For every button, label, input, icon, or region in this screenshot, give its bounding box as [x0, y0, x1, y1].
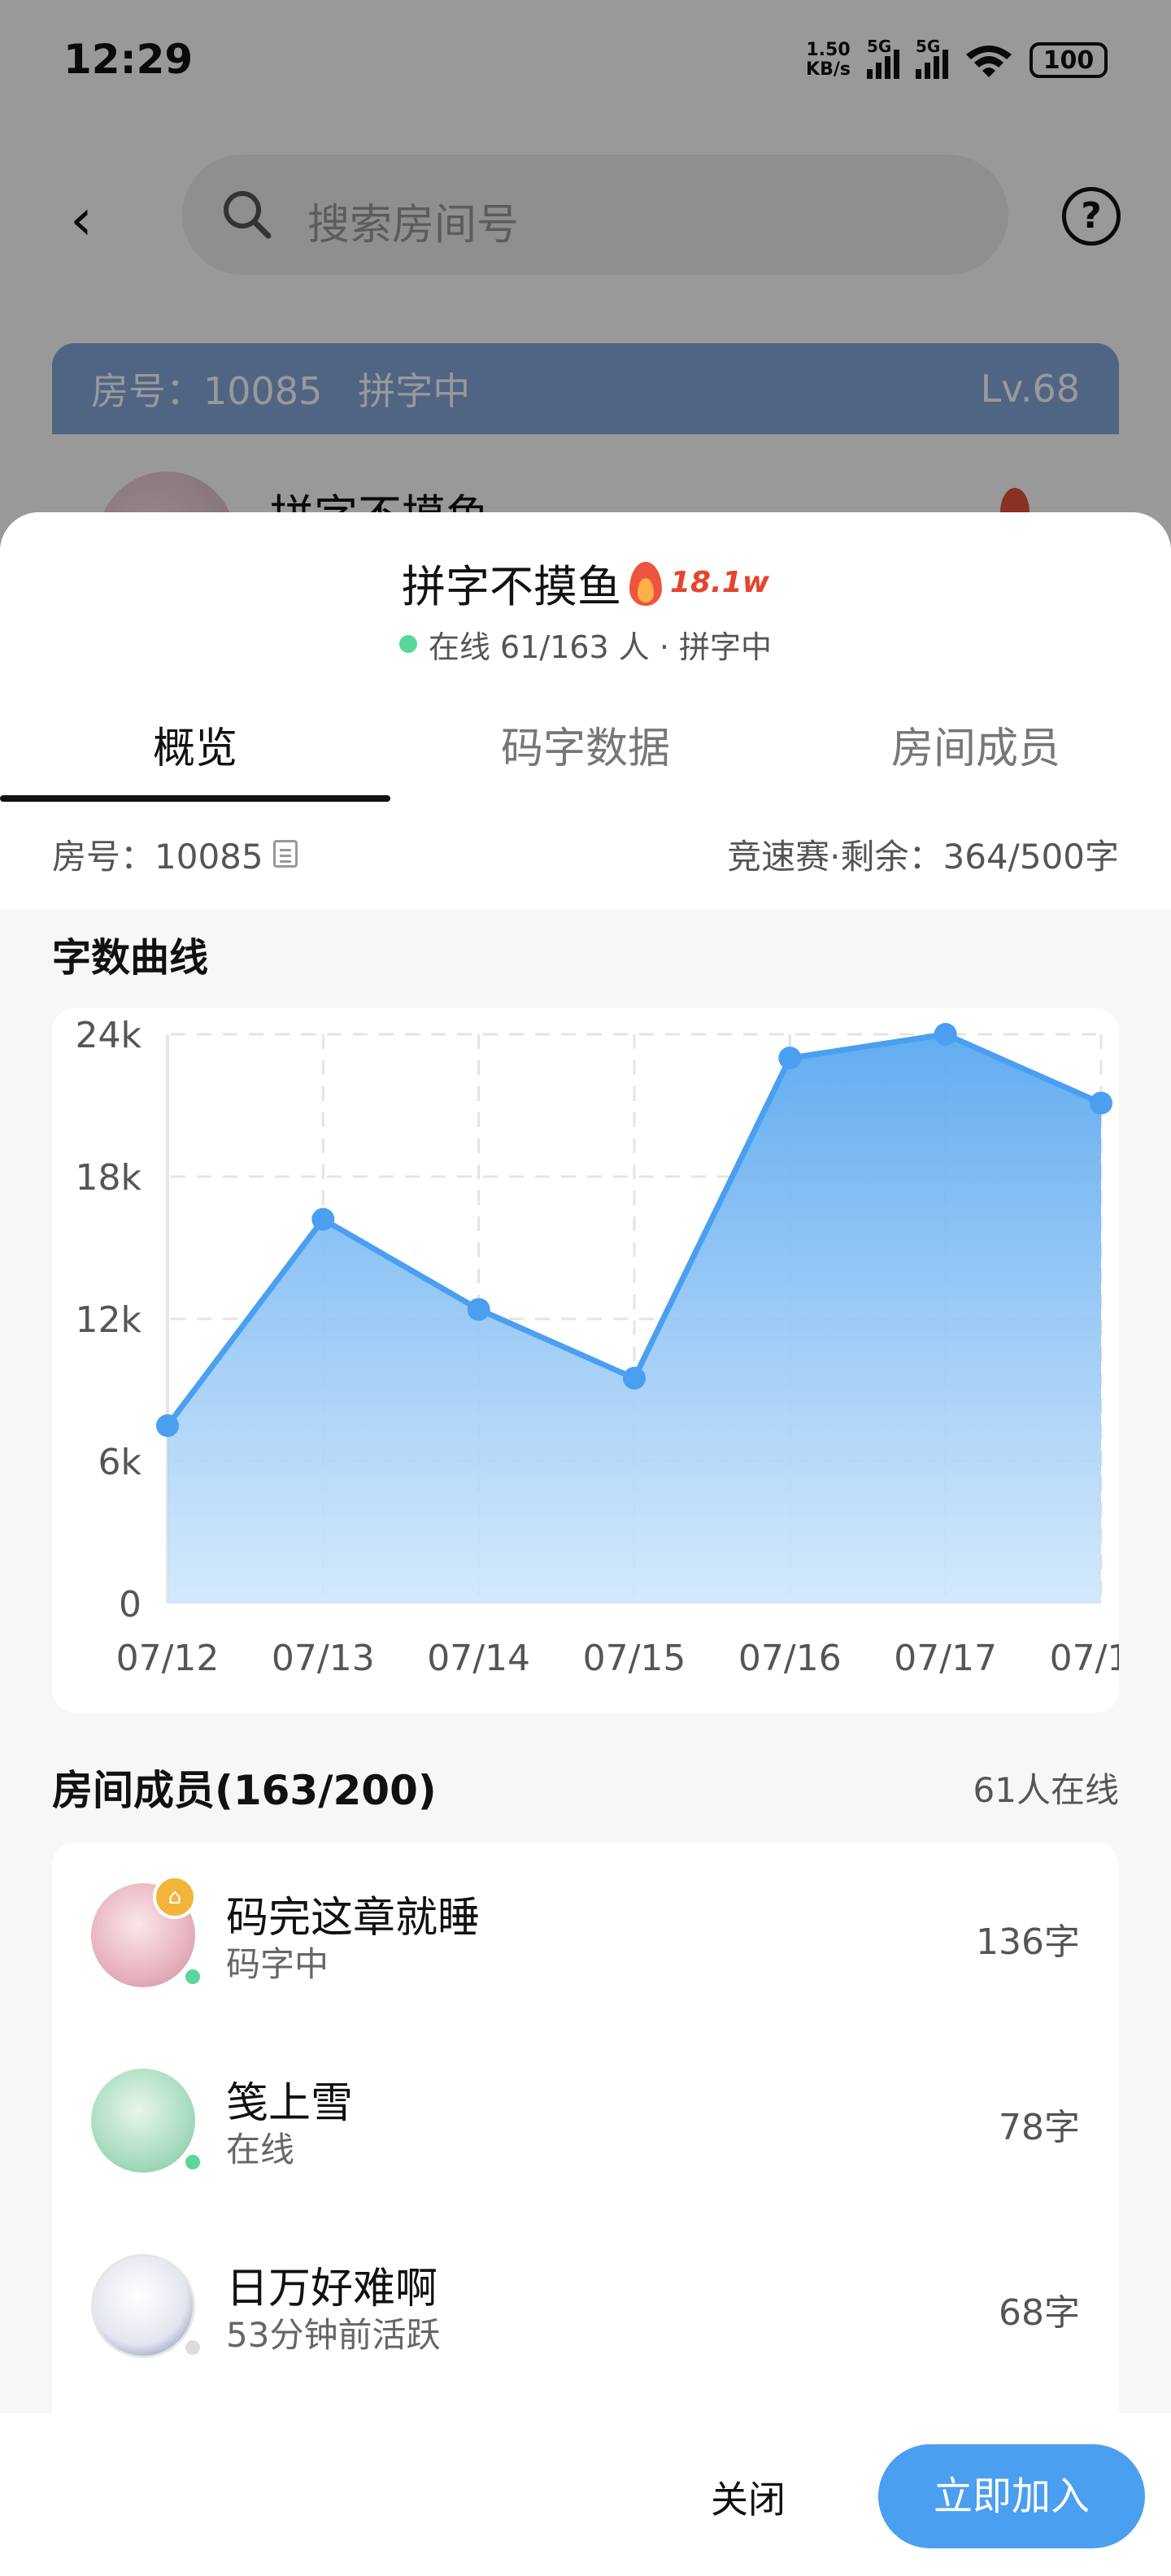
member-name: 笺上雪	[226, 2079, 354, 2128]
data-point	[311, 1208, 335, 1231]
member-word-count: 68字	[999, 2292, 1080, 2334]
member-word-count: 78字	[999, 2107, 1080, 2148]
tab-room-members[interactable]: 房间成员	[781, 704, 1171, 802]
x-tick-label: 07/16	[738, 1638, 842, 1679]
members-header: 房间成员(163/200) 61人在线	[52, 1755, 1119, 1820]
data-point	[778, 1046, 802, 1070]
heat-value: 18.1w	[669, 565, 770, 599]
x-tick-label: 07/17	[894, 1638, 997, 1679]
x-tick-label: 07/15	[583, 1638, 686, 1679]
sheet-subtitle-row: 在线 61/163 人 · 拼字中	[0, 621, 1171, 667]
room-detail-sheet: 拼字不摸鱼 18.1w 在线 61/163 人 · 拼字中 概览 码字数据 房间…	[0, 512, 1171, 2576]
status-dot-icon	[182, 2337, 203, 2358]
member-name: 码完这章就睡	[226, 1894, 481, 1943]
list-item[interactable]: ⌂ 码完这章就睡 码字中 136字	[52, 1843, 1119, 2028]
chart-canvas: 0 6k 12k 18k 24k 07/12 07/13 07/14 07/15 07/16 07/…	[76, 1015, 1119, 1679]
x-tick-label: 07/14	[427, 1638, 530, 1679]
member-state: 在线	[226, 2130, 295, 2169]
y-tick-label: 24k	[76, 1015, 142, 1056]
sheet-title: 拼字不摸鱼	[401, 560, 621, 612]
close-button[interactable]: 关闭	[667, 2459, 829, 2540]
y-tick-label: 12k	[76, 1299, 142, 1341]
y-tick-label: 6k	[98, 1442, 142, 1483]
data-point	[467, 1298, 490, 1321]
tab-typing-data[interactable]: 码字数据	[390, 704, 781, 802]
bottom-action-bar: 关闭 立即加入	[0, 2413, 1171, 2576]
sheet-title-row: 拼字不摸鱼 18.1w	[0, 550, 1171, 615]
x-tick-label: 07/13	[272, 1638, 375, 1679]
member-word-count: 136字	[976, 1921, 1080, 1963]
join-button[interactable]: 立即加入	[878, 2444, 1145, 2548]
race-info: 竞速赛·剩余：364/500字	[727, 836, 1119, 877]
online-dot-icon	[398, 635, 417, 653]
avatar	[91, 2069, 195, 2173]
chart-section-title: 字数曲线	[52, 935, 209, 981]
tab-overview[interactable]: 概览	[0, 704, 390, 802]
owner-badge-icon: ⌂	[153, 1875, 197, 1919]
data-point	[623, 1366, 646, 1390]
flame-icon	[628, 559, 664, 606]
sheet-header: 拼字不摸鱼 18.1w 在线 61/163 人 · 拼字中 概览 码字数据 房间…	[0, 512, 1171, 909]
x-tick-label: 07/18	[1050, 1638, 1119, 1679]
room-number: 房号：10085	[52, 836, 263, 877]
word-count-chart: 0 6k 12k 18k 24k 07/12 07/13 07/14 07/15 07/16 07/…	[52, 1008, 1119, 1712]
data-point	[156, 1414, 179, 1438]
status-dot-icon	[182, 1966, 203, 1987]
status-dot-icon	[182, 2152, 203, 2173]
members-online-count: 61人在线	[973, 1769, 1119, 1810]
y-tick-label: 0	[119, 1584, 141, 1625]
data-point	[934, 1023, 957, 1046]
avatar	[91, 2254, 195, 2358]
x-tick-label: 07/12	[116, 1638, 220, 1679]
y-tick-label: 18k	[76, 1157, 142, 1199]
room-info-row: 房号：10085 竞速赛·剩余：364/500字	[52, 821, 1119, 886]
sheet-subtitle: 在线 61/163 人 · 拼字中	[428, 629, 773, 665]
list-item[interactable]: 笺上雪 在线 78字	[52, 2028, 1119, 2213]
list-item[interactable]: 日万好难啊 53分钟前活跃 68字	[52, 2213, 1119, 2399]
modal-overlay[interactable]	[0, 0, 1171, 569]
members-section-title: 房间成员(163/200)	[52, 1767, 437, 1814]
members-list: ⌂ 码完这章就睡 码字中 136字 笺上雪 在线 78字 日万好难啊 53分钟前…	[52, 1843, 1119, 2461]
member-state: 码字中	[226, 1944, 329, 1984]
copy-icon[interactable]	[272, 840, 298, 868]
member-state: 53分钟前活跃	[226, 2315, 441, 2355]
data-point	[1090, 1091, 1112, 1115]
member-name: 日万好难啊	[226, 2265, 438, 2313]
tab-bar: 概览 码字数据 房间成员	[0, 704, 1171, 802]
room-number-group: 房号：10085	[52, 829, 298, 879]
